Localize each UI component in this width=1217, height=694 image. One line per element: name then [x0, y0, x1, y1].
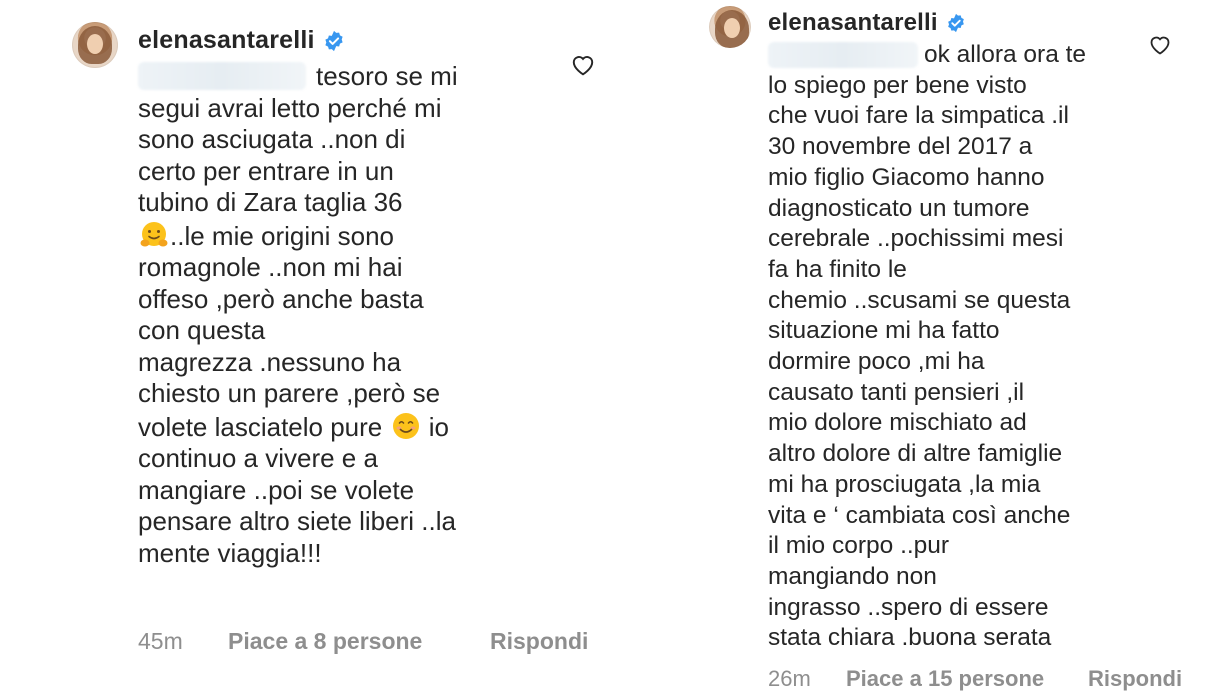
comment-line: causato tanti pensieri ,il	[768, 378, 1025, 406]
comment-line: offeso ,però anche basta	[138, 283, 424, 314]
comment-footer: 26m Piace a 15 persone Rispondi	[768, 666, 1182, 692]
comment-line: chiesto un parere ,però se	[138, 378, 441, 408]
comment-line: pensare altro siete liberi ..la	[138, 506, 456, 536]
comment-line: ok allora ora te	[924, 41, 1087, 68]
comment-line: continuo a vivere e a	[138, 443, 378, 473]
username-row: elenasantarelli	[768, 9, 966, 37]
username[interactable]: elenasantarelli	[768, 9, 938, 37]
comment-line: mangiando non	[768, 562, 937, 590]
comment-line: altro dolore di altre famiglie	[768, 440, 1063, 468]
comment-line: cerebrale ..pochissimi mesi	[768, 225, 1064, 253]
comment-line: magrezza .nessuno ha	[138, 346, 402, 377]
comment-line: 30 novembre del 2017 a	[768, 133, 1033, 161]
timestamp: 45m	[138, 628, 183, 654]
comment-line: mente viaggia!!!	[138, 537, 322, 568]
comment-card-left: elenasantarelli tesoro se mi segui avrai…	[0, 0, 612, 694]
comment-line: tesoro se mi	[316, 61, 458, 91]
comment-line: chemio ..scusami se questa	[768, 286, 1071, 314]
comment-line: volete lasciatelo pure	[138, 411, 383, 442]
comment-line: situazione mi ha fatto	[768, 317, 1000, 345]
comment-line: segui avrai letto perché mi	[138, 92, 442, 123]
comment-footer: 45m Piace a 8 persone Rispondi	[138, 628, 588, 655]
comment-line: mi ha prosciugata ,la mia	[768, 470, 1041, 498]
comment-line: romagnole ..non mi hai	[138, 252, 403, 282]
comment-line: con questa	[138, 315, 266, 345]
comment-line: il mio corpo ..pur	[768, 532, 950, 560]
reply-button[interactable]: Rispondi	[490, 628, 588, 655]
comment-line: lo spiego per bene visto	[768, 71, 1027, 99]
comment-line: ingrasso ..spero di essere	[768, 593, 1049, 621]
avatar[interactable]	[709, 6, 751, 48]
hugging-face-emoji	[140, 221, 168, 246]
comment-line: stata chiara .buona serata	[768, 624, 1052, 652]
likes-count[interactable]: Piace a 8 persone	[228, 628, 490, 655]
comment-line: mio figlio Giacomo hanno	[768, 163, 1045, 191]
comment-line: vita e ‘ cambiata così anche	[768, 501, 1071, 529]
comment-line: fa ha finito le	[768, 255, 907, 283]
comment-card-right: elenasantarelli ok allora ora te lo spie…	[612, 0, 1217, 694]
avatar[interactable]	[72, 22, 118, 68]
timestamp: 26m	[768, 666, 811, 691]
comment-line: certo per entrare in un	[138, 155, 394, 186]
verified-badge-icon	[325, 30, 343, 51]
comment-line: mangiare ..poi se volete	[138, 474, 415, 505]
comment-line: che vuoi fare la simpatica .il	[768, 102, 1069, 130]
comment-line: tubino di Zara taglia 36	[138, 187, 403, 217]
comment-line: diagnosticato un tumore	[768, 194, 1030, 222]
comment-line: mio dolore mischiato ad	[768, 409, 1027, 437]
username-row: elenasantarelli	[138, 26, 345, 55]
comment-line: ..le mie origini sono	[170, 220, 394, 251]
reply-button[interactable]: Rispondi	[1088, 666, 1182, 692]
comment-line: dormire poco ,mi ha	[768, 348, 985, 376]
smiling-face-emoji	[392, 412, 419, 439]
verified-badge-icon	[947, 13, 964, 33]
likes-count[interactable]: Piace a 15 persone	[846, 666, 1088, 692]
username[interactable]: elenasantarelli	[138, 26, 315, 55]
comment-line: sono asciugata ..non di	[138, 124, 406, 154]
comment-line-tail: io	[428, 411, 449, 442]
comment-body: ok allora ora te lo spiego per bene vist…	[768, 40, 1208, 654]
comment-body: tesoro se mi segui avrai letto perché mi…	[138, 61, 588, 569]
